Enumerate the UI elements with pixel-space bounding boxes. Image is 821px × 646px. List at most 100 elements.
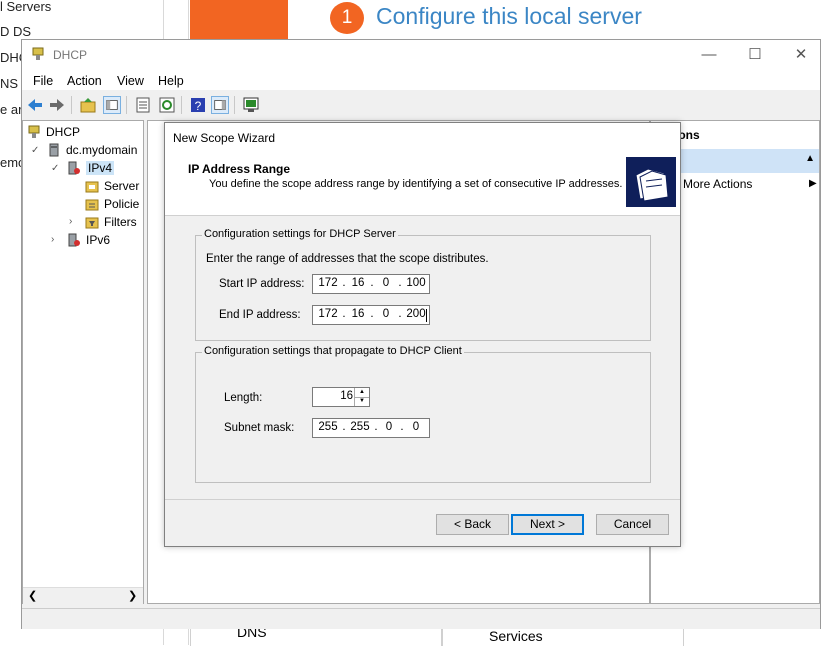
window-title: DHCP [53,48,88,62]
sidebar-item-servers[interactable]: l Servers [0,0,51,14]
wizard-header: New Scope Wizard IP Address Range You de… [165,123,680,216]
filter-icon [85,217,99,229]
server-icon [49,143,59,157]
page-heading: IP Address Range [188,162,291,176]
tree-label-filters: Filters [104,215,137,229]
step-title-link[interactable]: Configure this local server [376,3,642,30]
menu-view[interactable]: View [117,74,144,88]
back-arrow-icon[interactable] [26,96,44,114]
sidebar-item-dns[interactable]: NS [0,76,18,91]
sidebar-item-ad-ds[interactable]: D DS [0,24,31,39]
ip-octet: 0 [382,277,390,289]
ip-octet: 16 [351,277,365,289]
show-hide-tree-icon[interactable] [103,96,121,114]
tree-item-filters[interactable]: Filters [85,213,137,231]
toolbar-separator [71,96,72,114]
end-ip-input[interactable]: 172 . 16 . 0 . 200 [312,305,430,325]
stepper-down-icon[interactable]: ▼ [354,397,369,406]
toolbar: ? [22,92,820,118]
tree-label-ipv6: IPv6 [86,233,111,247]
dhcp-client-settings-group: Configuration settings that propagate to… [195,345,651,483]
svg-text:?: ? [195,99,202,113]
divider [165,499,680,500]
help-icon[interactable]: ? [189,96,207,114]
subnet-mask-label: Subnet mask: [224,422,295,434]
ip-octet: 172 [318,277,338,289]
group-label: Configuration settings for DHCP Server [202,228,398,240]
more-actions-item[interactable]: More Actions [683,177,752,191]
tree-item-policies[interactable]: Policie [85,195,139,213]
ip-octet: 0 [382,308,390,320]
group-label: Configuration settings that propagate to… [202,345,464,357]
ip-octet: 0 [385,421,393,433]
close-button[interactable]: ✕ [778,40,821,70]
menu-file[interactable]: File [33,74,53,88]
tree-item-ipv6[interactable]: IPv6 [67,231,110,249]
next-button[interactable]: Next > [511,514,584,535]
menu-bar: File Action View Help [22,70,820,90]
dhcp-app-icon [32,47,44,60]
server-status-icon[interactable] [242,96,260,114]
status-bar [22,608,820,629]
show-hide-action-pane-icon[interactable] [211,96,229,114]
start-ip-label: Start IP address: [219,278,305,290]
tree-item-server-options[interactable]: Server [85,177,139,195]
scroll-left-icon[interactable]: ❮ [28,589,37,602]
step-number-badge: 1 [330,2,364,34]
menu-help[interactable]: Help [158,74,184,88]
tree-label-policies: Policie [104,197,140,211]
tree-label-ipv4: IPv4 [86,161,115,175]
wizard-title: New Scope Wizard [173,131,276,145]
up-folder-icon[interactable] [79,96,97,114]
tree-item-ipv4[interactable]: IPv4 [67,159,115,177]
sidebar-item-file[interactable]: e ar [0,102,22,117]
services-tile-label: Services [489,628,543,644]
menu-action[interactable]: Action [67,74,102,88]
subnet-mask-input[interactable]: 255 . 255 . 0 . 0 [312,418,430,438]
chevron-right-icon[interactable]: › [51,234,54,245]
ip-octet: 255 [350,421,370,433]
text-cursor [426,309,427,322]
properties-icon[interactable] [134,96,152,114]
tree-item-dhcp[interactable]: DHCP [27,123,80,141]
start-ip-input[interactable]: 172 . 16 . 0 . 100 [312,274,430,294]
length-value: 16 [340,390,353,402]
range-instruction: Enter the range of addresses that the sc… [206,253,489,265]
ip-octet: 172 [318,308,338,320]
minimize-button[interactable]: — [686,40,732,70]
title-bar[interactable]: DHCP — ☐ ✕ [22,40,820,70]
back-button[interactable]: < Back [436,514,509,535]
server-options-icon [85,181,99,193]
collapse-up-icon[interactable]: ▲ [805,153,815,164]
chevron-down-icon[interactable]: ✓ [51,163,59,174]
chevron-down-icon[interactable]: ✓ [31,145,39,156]
tree-label-server-options: Server [104,179,140,193]
tree-item-server[interactable]: dc.mydomain [47,141,137,159]
cancel-button[interactable]: Cancel [596,514,669,535]
forward-arrow-icon[interactable] [48,96,66,114]
quick-start-tile[interactable] [190,0,288,40]
ip-octet: 255 [318,421,338,433]
console-tree: DHCP ✓ dc.mydomain ✓ IPv4 Server Policie… [22,120,144,605]
ipv6-icon [68,233,80,247]
ip-octet: 100 [406,277,426,289]
ipv4-icon [68,161,80,175]
horizontal-scrollbar[interactable]: ❮ ❯ [23,587,143,605]
tree-label-dhcp: DHCP [46,125,81,139]
dhcp-icon [28,125,40,138]
ip-octet: 0 [412,421,420,433]
length-label: Length: [224,392,263,404]
tree-label-server: dc.mydomain [66,143,138,157]
wizard-folders-icon [626,157,676,207]
policies-icon [85,199,99,211]
refresh-icon[interactable] [158,96,176,114]
submenu-arrow-icon: ▶ [809,178,817,189]
maximize-button[interactable]: ☐ [732,40,778,70]
length-stepper[interactable]: 16 ▲ ▼ [312,387,370,407]
chevron-right-icon[interactable]: › [69,216,72,227]
end-ip-label: End IP address: [219,309,301,321]
toolbar-separator [234,96,235,114]
new-scope-wizard-dialog: New Scope Wizard IP Address Range You de… [164,122,681,547]
scroll-right-icon[interactable]: ❯ [128,589,137,602]
ip-octet: 16 [351,308,365,320]
